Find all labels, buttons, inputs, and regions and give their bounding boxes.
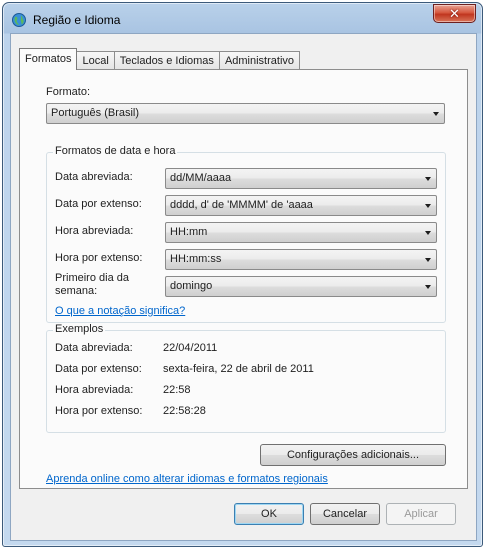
apply-button[interactable]: Aplicar (386, 503, 456, 525)
chevron-down-icon (433, 112, 439, 116)
long-date-value: dddd, d' de 'MMMM' de 'aaaa (170, 199, 313, 211)
long-date-label: Data por extenso: (55, 198, 142, 210)
tab-administrativo[interactable]: Administrativo (218, 51, 301, 70)
tab-formatos[interactable]: Formatos (19, 48, 78, 70)
close-button[interactable]: ✕ (433, 4, 476, 23)
example-short-date-value: 22/04/2011 (163, 342, 218, 354)
additional-settings-button[interactable]: Configurações adicionais... (260, 444, 446, 466)
dialog-window: Região e Idioma ✕ Formatos Local Teclado… (2, 2, 483, 547)
window-title: Região e Idioma (33, 13, 121, 27)
datetime-group-title: Formatos de data e hora (53, 145, 178, 157)
tab-local[interactable]: Local (76, 51, 115, 70)
short-date-value: dd/MM/aaaa (170, 172, 232, 184)
examples-group-title: Exemplos (53, 323, 106, 335)
short-time-label: Hora abreviada: (55, 225, 134, 237)
close-icon: ✕ (449, 5, 460, 21)
example-long-date-label: Data por extenso: (55, 363, 142, 375)
tab-panel-formatos: Formato: Português (Brasil) Formatos de … (19, 69, 468, 489)
short-date-label: Data abreviada: (55, 171, 133, 183)
example-long-date-value: sexta-feira, 22 de abril de 2011 (163, 363, 314, 375)
first-day-select[interactable]: domingo (165, 276, 437, 297)
long-time-label: Hora por extenso: (55, 252, 143, 264)
example-short-time-label: Hora abreviada: (55, 384, 134, 396)
format-label: Formato: (46, 86, 91, 98)
chevron-down-icon (425, 204, 431, 208)
long-time-value: HH:mm:ss (170, 253, 222, 265)
tab-teclados-e-idiomas[interactable]: Teclados e Idiomas (113, 51, 220, 70)
example-long-time-label: Hora por extenso: (55, 405, 143, 417)
title-bar[interactable]: Região e Idioma ✕ (3, 3, 482, 33)
cancel-button[interactable]: Cancelar (310, 503, 380, 525)
chevron-down-icon (425, 177, 431, 181)
format-select[interactable]: Português (Brasil) (46, 103, 445, 124)
ok-button[interactable]: OK (234, 503, 304, 525)
chevron-down-icon (425, 258, 431, 262)
chevron-down-icon (425, 285, 431, 289)
notation-help-link[interactable]: O que a notação significa? (55, 305, 185, 317)
first-day-label-line1: Primeiro dia da (55, 272, 129, 284)
dialog-client-area: Formatos Local Teclados e Idiomas Admini… (10, 33, 477, 541)
format-select-value: Português (Brasil) (51, 107, 140, 119)
long-time-select[interactable]: HH:mm:ss (165, 249, 437, 270)
first-day-value: domingo (170, 280, 213, 292)
datetime-formats-group: Formatos de data e hora Data abreviada: … (46, 145, 446, 323)
globe-icon (12, 13, 26, 27)
example-short-date-label: Data abreviada: (55, 342, 133, 354)
example-short-time-value: 22:58 (163, 384, 191, 396)
short-time-value: HH:mm (170, 226, 208, 238)
example-long-time-value: 22:58:28 (163, 405, 206, 417)
short-time-select[interactable]: HH:mm (165, 222, 437, 243)
learn-online-link[interactable]: Aprenda online como alterar idiomas e fo… (46, 473, 328, 485)
first-day-label-line2: semana: (55, 285, 98, 297)
tab-strip: Formatos Local Teclados e Idiomas Admini… (19, 48, 301, 70)
examples-group: Exemplos Data abreviada: 22/04/2011 Data… (46, 323, 446, 433)
short-date-select[interactable]: dd/MM/aaaa (165, 168, 437, 189)
chevron-down-icon (425, 231, 431, 235)
long-date-select[interactable]: dddd, d' de 'MMMM' de 'aaaa (165, 195, 437, 216)
